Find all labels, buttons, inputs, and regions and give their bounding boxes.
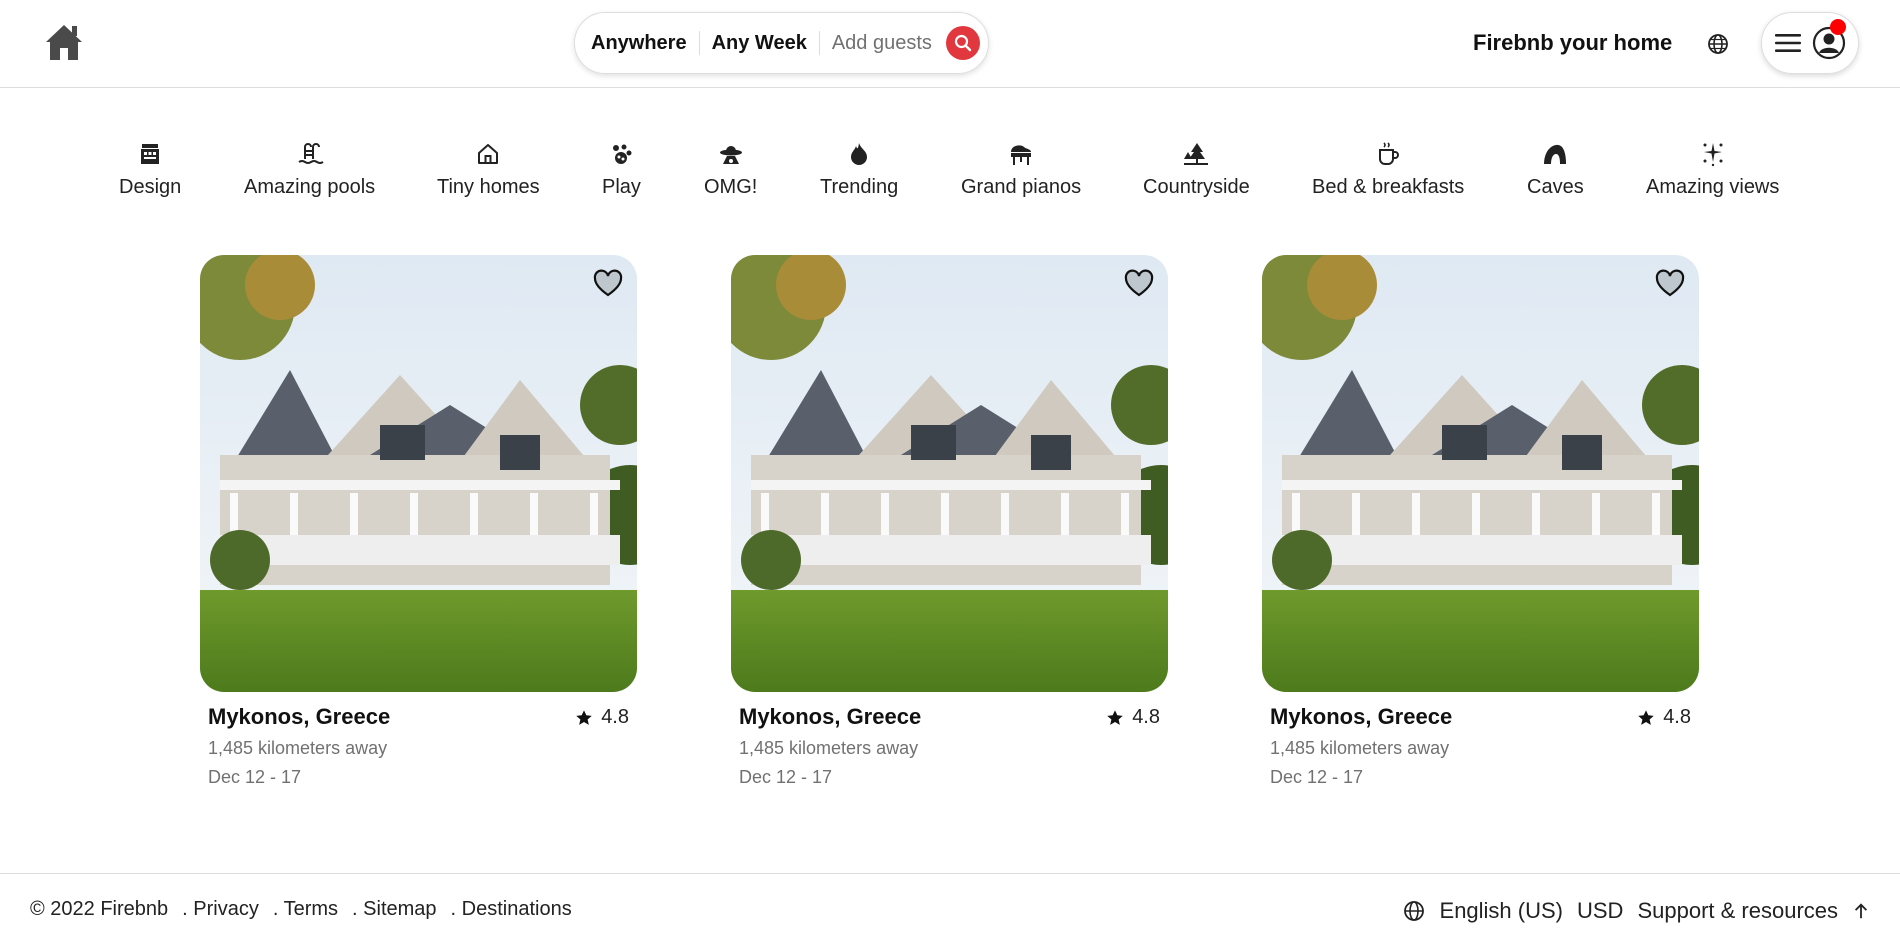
footer-link-terms[interactable]: . Terms <box>273 898 338 921</box>
listing-dates: Dec 12 - 17 <box>208 767 302 787</box>
heart-icon[interactable] <box>1124 269 1154 299</box>
star-icon <box>1638 709 1654 725</box>
footer-settings: English (US) USD Support & resources <box>1402 898 1870 924</box>
language-selector[interactable]: English (US) <box>1440 898 1563 924</box>
footer-links: © 2022 Firebnb . Privacy . Terms . Sitem… <box>30 898 572 921</box>
listing-card[interactable]: Mykonos, Greece 4.8 1,485 kilometers awa… <box>200 255 637 788</box>
arrow-up-icon[interactable] <box>1852 901 1870 921</box>
listing-photo[interactable] <box>200 255 637 692</box>
listing-info: Mykonos, Greece 4.8 1,485 kilometers awa… <box>200 704 637 788</box>
sparkle-view-icon <box>1703 143 1723 167</box>
listing-dates: Dec 12 - 17 <box>739 767 833 787</box>
category-label: Caves <box>1527 176 1584 198</box>
copyright-text: © 2022 Firebnb <box>30 898 169 920</box>
coffee-cup-icon <box>1379 142 1400 165</box>
category-label: Bed & breakfasts <box>1312 176 1465 198</box>
footer-link-sitemap[interactable]: . Sitemap <box>352 898 436 921</box>
category-caves[interactable]: Caves <box>1527 140 1584 199</box>
category-amazing-pools[interactable]: Amazing pools <box>244 140 375 199</box>
search-bar[interactable]: Anywhere Any Week Add guests <box>574 12 989 74</box>
listing-title: Mykonos, Greece <box>208 704 391 729</box>
host-your-home-link[interactable]: Firebnb your home <box>1473 30 1672 56</box>
listing-card[interactable]: Mykonos, Greece 4.8 1,485 kilometers awa… <box>1262 255 1699 788</box>
rating-value: 4.8 <box>1663 706 1691 728</box>
pool-icon <box>298 143 324 164</box>
listing-card[interactable]: Mykonos, Greece 4.8 1,485 kilometers awa… <box>731 255 1168 788</box>
category-label: OMG! <box>704 176 758 198</box>
listing-title: Mykonos, Greece <box>739 704 922 729</box>
listing-rating: 4.8 <box>1637 706 1691 729</box>
star-icon <box>576 709 592 725</box>
trees-icon <box>1184 143 1209 165</box>
piano-icon <box>1011 145 1032 165</box>
top-header: Anywhere Any Week Add guests Firebnb you… <box>0 0 1900 88</box>
notification-badge <box>1830 19 1846 35</box>
listing-rating: 4.8 <box>575 706 629 729</box>
category-play[interactable]: Play <box>602 140 641 199</box>
user-menu-button[interactable] <box>1761 12 1859 74</box>
search-week[interactable]: Any Week <box>700 32 819 55</box>
home-logo-icon[interactable] <box>42 20 86 64</box>
search-icon <box>954 34 972 52</box>
category-amazing-views[interactable]: Amazing views <box>1646 140 1779 199</box>
listing-rating: 4.8 <box>1106 706 1160 729</box>
category-omg[interactable]: OMG! <box>704 140 757 199</box>
search-button[interactable] <box>945 26 980 60</box>
category-label: Design <box>119 176 182 198</box>
rating-value: 4.8 <box>1132 706 1160 728</box>
category-design[interactable]: Design <box>119 140 181 199</box>
footer-link-destinations[interactable]: . Destinations <box>451 898 572 921</box>
listing-info: Mykonos, Greece 4.8 1,485 kilometers awa… <box>731 704 1168 788</box>
category-label: Grand pianos <box>961 176 1082 198</box>
heart-icon[interactable] <box>593 269 623 299</box>
category-bed-breakfasts[interactable]: Bed & breakfasts <box>1312 140 1464 199</box>
category-trending[interactable]: Trending <box>820 140 898 199</box>
category-label: Tiny homes <box>437 176 540 198</box>
category-label: Amazing views <box>1646 176 1780 198</box>
category-tiny-homes[interactable]: Tiny homes <box>437 140 540 199</box>
listing-photo[interactable] <box>731 255 1168 692</box>
star-icon <box>1107 709 1123 725</box>
cave-icon <box>1544 144 1567 164</box>
listing-distance: 1,485 kilometers away <box>1270 738 1450 758</box>
page-footer: © 2022 Firebnb . Privacy . Terms . Sitem… <box>0 873 1900 946</box>
listing-distance: 1,485 kilometers away <box>208 738 388 758</box>
listing-photo[interactable] <box>1262 255 1699 692</box>
category-label: Countryside <box>1143 176 1250 198</box>
category-label: Play <box>602 176 641 198</box>
listing-info: Mykonos, Greece 4.8 1,485 kilometers awa… <box>1262 704 1699 788</box>
tiny-home-icon <box>478 144 499 164</box>
listing-distance: 1,485 kilometers away <box>739 738 919 758</box>
hamburger-menu-icon <box>1775 34 1801 52</box>
search-guests[interactable]: Add guests <box>820 32 944 55</box>
category-label: Trending <box>820 176 899 198</box>
listing-dates: Dec 12 - 17 <box>1270 767 1364 787</box>
category-label: Amazing pools <box>244 176 376 198</box>
rating-value: 4.8 <box>601 706 629 728</box>
category-grand-pianos[interactable]: Grand pianos <box>961 140 1081 199</box>
category-countryside[interactable]: Countryside <box>1143 140 1250 199</box>
globe-icon <box>1403 901 1424 921</box>
design-building-icon <box>141 144 160 164</box>
play-icon <box>613 144 632 164</box>
search-location[interactable]: Anywhere <box>591 32 699 55</box>
listing-title: Mykonos, Greece <box>1270 704 1453 729</box>
footer-link-privacy[interactable]: . Privacy <box>182 898 259 921</box>
heart-icon[interactable] <box>1655 269 1685 299</box>
globe-icon[interactable] <box>1706 32 1730 56</box>
flame-icon <box>851 143 868 165</box>
currency-selector[interactable]: USD <box>1577 898 1623 924</box>
support-resources-link[interactable]: Support & resources <box>1637 898 1838 924</box>
ufo-icon <box>719 146 742 164</box>
